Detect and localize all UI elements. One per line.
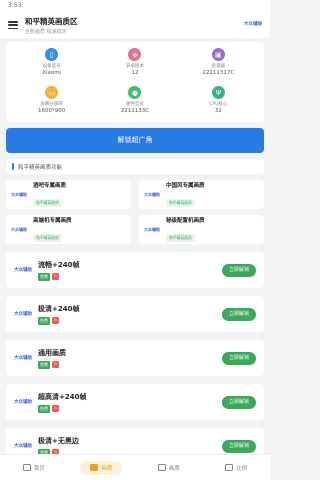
feature-logo: 大众辅助 bbox=[11, 191, 27, 197]
ratio-icon bbox=[225, 464, 234, 471]
feature-title: 中国风专属画质 bbox=[166, 183, 205, 189]
page-title: 和平精英画质区 bbox=[25, 16, 78, 26]
android-icon: ◆ bbox=[128, 48, 142, 61]
feature-card[interactable]: 大众辅助 中国风专属画质 和平精英画质 bbox=[139, 180, 264, 209]
free-badge: 免费 bbox=[38, 272, 50, 281]
list-item-title: 极清+无黑边 bbox=[38, 436, 79, 445]
section-title: 和平精英画质功能 bbox=[6, 159, 264, 174]
nav-item[interactable]: 画质 bbox=[68, 455, 136, 480]
feature-tag: 和平精英画质 bbox=[166, 234, 195, 242]
feature-tag: 和平精英画质 bbox=[33, 234, 62, 242]
app-header: 和平精英画质区 全新画质 极速稳定 大众辅助 bbox=[0, 12, 270, 38]
list-item-title: 流畅+240帧 bbox=[38, 260, 80, 269]
device-info-value: 1600*900 bbox=[38, 108, 66, 114]
feature-card[interactable]: 大众辅助 秘级配置机画质 和平精英画质 bbox=[139, 215, 264, 244]
device-info-label: 处理器 bbox=[211, 64, 226, 69]
list-item: 大众辅助 流畅+240帧 免费 ♨ 立即解锁 bbox=[6, 252, 264, 288]
list-logo: 大众辅助 bbox=[14, 400, 32, 405]
unlock-wide-angle-button[interactable]: 解锁超广角 bbox=[6, 128, 264, 153]
nav-item[interactable]: 比例 bbox=[203, 455, 271, 480]
list-item-title: 通用画质 bbox=[38, 348, 66, 357]
device-info-value: Xiaomi bbox=[42, 70, 62, 76]
device-info-item: ● 硬件型号 2211133C bbox=[93, 86, 176, 118]
home-icon bbox=[22, 464, 31, 471]
hardware-icon: ● bbox=[128, 86, 142, 99]
list-logo: 大众辅助 bbox=[14, 444, 32, 449]
feature-grid: 大众辅助 酒吧专属画质 和平精英画质 大众辅助 中国风专属画质 和平精英画质 大… bbox=[6, 180, 264, 244]
chip-icon: ▣ bbox=[211, 48, 225, 61]
nav-item[interactable]: 画质 bbox=[135, 455, 203, 480]
list-logo: 大众辅助 bbox=[14, 312, 32, 317]
fire-icon: ♨ bbox=[52, 361, 59, 368]
list-item: 大众辅助 通用画质 免费 ♨ 立即解锁 bbox=[6, 340, 264, 376]
feature-title: 秘级配置机画质 bbox=[166, 218, 205, 224]
list-logo: 大众辅助 bbox=[14, 268, 32, 273]
free-badge: 免费 bbox=[38, 360, 50, 369]
page-subtitle: 全新画质 极速稳定 bbox=[25, 28, 67, 35]
nav-label: 画质 bbox=[101, 465, 113, 472]
device-info-label: 安卓版本 bbox=[125, 64, 144, 69]
feature-card[interactable]: 大众辅助 酒吧专属画质 和平精英画质 bbox=[6, 180, 131, 209]
feature-card[interactable]: 大众辅助 高端机专属画质 和平精英画质 bbox=[6, 215, 131, 244]
feature-logo: 大众辅助 bbox=[144, 226, 160, 232]
device-info-label: 设备型号 bbox=[42, 64, 61, 69]
device-info-item: ▯ 设备型号 Xiaomi bbox=[10, 48, 93, 80]
menu-icon[interactable] bbox=[8, 21, 18, 29]
device-info-value: 2211133C bbox=[120, 108, 150, 114]
status-bar: 3:53 bbox=[0, 0, 270, 12]
nav-label: 画质 bbox=[168, 465, 180, 472]
gallery-icon bbox=[157, 464, 166, 471]
feature-tag: 和平精英画质 bbox=[166, 199, 195, 207]
device-info-item: ◆ 安卓版本 12 bbox=[93, 48, 176, 80]
unlock-now-button[interactable]: 立即解锁 bbox=[222, 439, 256, 453]
device-info-value: 12 bbox=[131, 70, 139, 76]
fire-icon: ♨ bbox=[52, 405, 59, 412]
quality-list: 大众辅助 流畅+240帧 免费 ♨ 立即解锁 大众辅助 极清+240帧 免费 ♨ … bbox=[0, 252, 270, 464]
fire-icon: ♨ bbox=[52, 317, 59, 324]
device-info-label: 硬件型号 bbox=[125, 102, 144, 107]
list-item: 大众辅助 极清+240帧 免费 ♨ 立即解锁 bbox=[6, 296, 264, 332]
list-item: 大众辅助 超高清+240帧 免费 ♨ 立即解锁 bbox=[6, 384, 264, 420]
nav-label: 首页 bbox=[33, 465, 45, 472]
device-info-value: 22111317C bbox=[202, 70, 235, 76]
device-info-item: ▭ 屏幕分辨率 1600*900 bbox=[10, 86, 93, 118]
screen-icon: ▭ bbox=[45, 86, 59, 99]
device-info-label: CPU核心 bbox=[209, 102, 228, 107]
status-time: 3:53 bbox=[8, 2, 22, 9]
device-info-label: 屏幕分辨率 bbox=[40, 102, 63, 107]
device-info-item: Ψ CPU核心 32 bbox=[177, 86, 260, 118]
feature-title: 高端机专属画质 bbox=[33, 218, 72, 224]
free-badge: 免费 bbox=[38, 316, 50, 325]
unlock-now-button[interactable]: 立即解锁 bbox=[222, 351, 256, 365]
feature-logo: 大众辅助 bbox=[11, 226, 27, 232]
nav-label: 比例 bbox=[236, 465, 248, 472]
list-logo: 大众辅助 bbox=[14, 356, 32, 361]
unlock-now-button[interactable]: 立即解锁 bbox=[222, 395, 256, 409]
fire-icon: ♨ bbox=[52, 273, 59, 280]
device-info-item: ▣ 处理器 22111317C bbox=[177, 48, 260, 80]
device-info-card: ▯ 设备型号 Xiaomi ◆ 安卓版本 12 ▣ 处理器 22111317C ▭ 屏… bbox=[6, 42, 264, 122]
list-item-title: 超高清+240帧 bbox=[38, 392, 87, 401]
free-badge: 免费 bbox=[38, 404, 50, 413]
quality-icon bbox=[90, 464, 99, 471]
feature-logo: 大众辅助 bbox=[144, 191, 160, 197]
device-info-value: 32 bbox=[214, 108, 222, 114]
feature-title: 酒吧专属画质 bbox=[33, 183, 67, 189]
bottom-nav: 首页 画质 画质 比例 bbox=[0, 454, 270, 480]
cpu-icon: Ψ bbox=[211, 86, 225, 99]
unlock-now-button[interactable]: 立即解锁 bbox=[222, 307, 256, 321]
nav-item[interactable]: 首页 bbox=[0, 455, 68, 480]
list-item-title: 极清+240帧 bbox=[38, 304, 80, 313]
feature-tag: 和平精英画质 bbox=[33, 199, 62, 207]
brand-logo: 大众辅助 bbox=[244, 22, 262, 27]
phone-icon: ▯ bbox=[45, 48, 59, 61]
unlock-now-button[interactable]: 立即解锁 bbox=[222, 263, 256, 277]
